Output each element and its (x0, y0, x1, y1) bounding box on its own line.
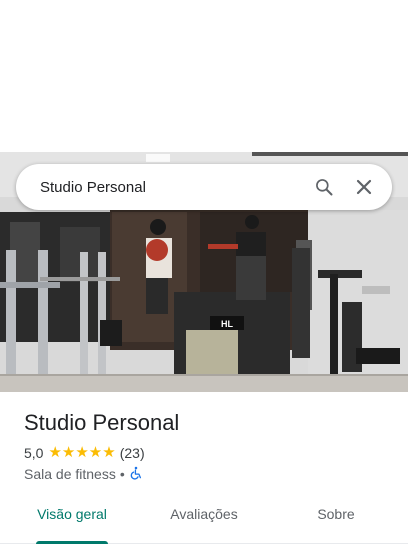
star-rating: ★★★★★ (48, 444, 115, 462)
close-icon[interactable] (344, 167, 384, 207)
rating-value: 5,0 (24, 445, 44, 461)
machine-badge: HL (221, 319, 233, 329)
category-row: Sala de fitness • (24, 465, 143, 483)
tab-about[interactable]: Sobre (264, 500, 408, 543)
search-bar[interactable]: Studio Personal (16, 164, 392, 210)
star-icons: ★★★★★ (48, 444, 116, 461)
rating-row[interactable]: 5,0 ★★★★★ (23) (24, 444, 145, 462)
search-icon[interactable] (304, 167, 344, 207)
review-count[interactable]: (23) (120, 445, 145, 461)
search-input[interactable]: Studio Personal (16, 179, 304, 196)
tab-label: Avaliações (170, 506, 238, 522)
tab-reviews[interactable]: Avaliações (144, 500, 264, 543)
place-title: Studio Personal (24, 410, 180, 435)
tab-label: Visão geral (37, 506, 107, 522)
separator-dot: • (119, 466, 125, 482)
place-tabs: Visão geral Avaliações Sobre (0, 500, 408, 544)
wheelchair-accessible-icon (129, 466, 143, 483)
tab-label: Sobre (317, 506, 355, 522)
tab-overview[interactable]: Visão geral (0, 500, 144, 544)
place-category: Sala de fitness (24, 466, 116, 482)
